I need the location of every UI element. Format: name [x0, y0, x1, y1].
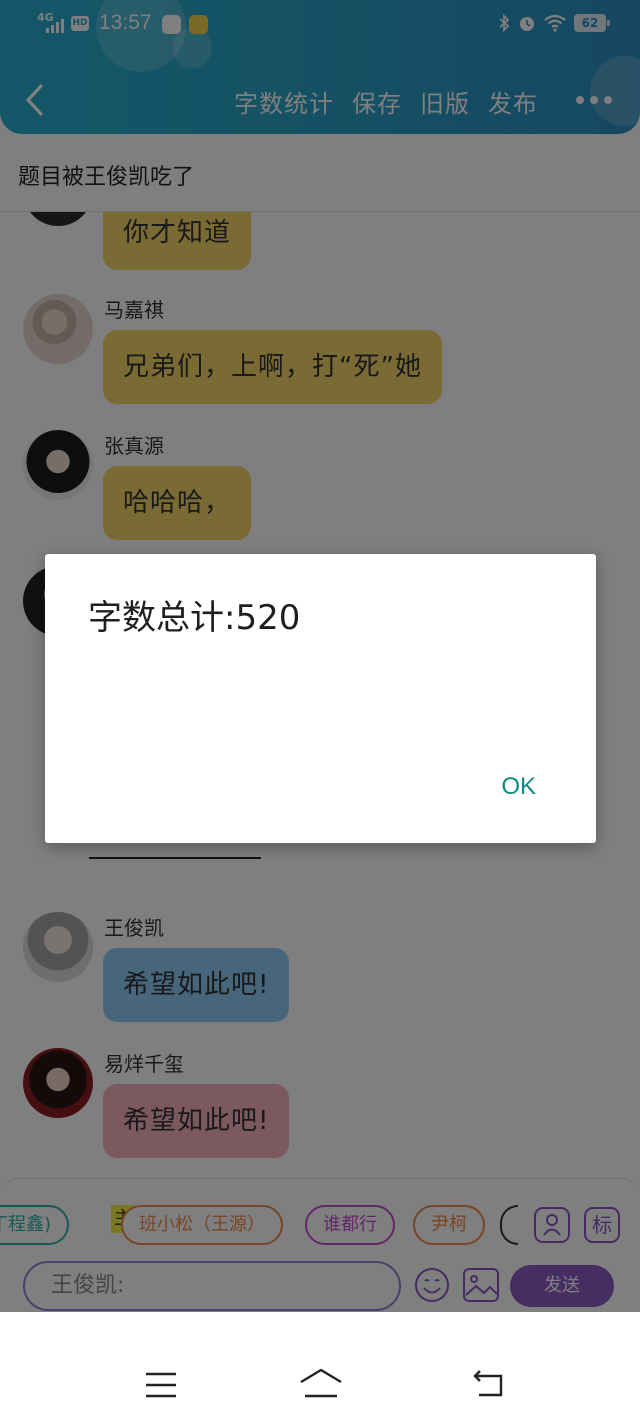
system-navigation-bar	[0, 1318, 640, 1422]
home-icon[interactable]	[299, 1368, 343, 1398]
menu-icon[interactable]	[145, 1372, 177, 1398]
dialog-message: 字数总计:520	[88, 598, 301, 638]
back-icon[interactable]	[472, 1370, 504, 1398]
ok-button[interactable]: OK	[501, 773, 536, 801]
word-count-dialog: 字数总计:520 OK	[45, 554, 596, 843]
